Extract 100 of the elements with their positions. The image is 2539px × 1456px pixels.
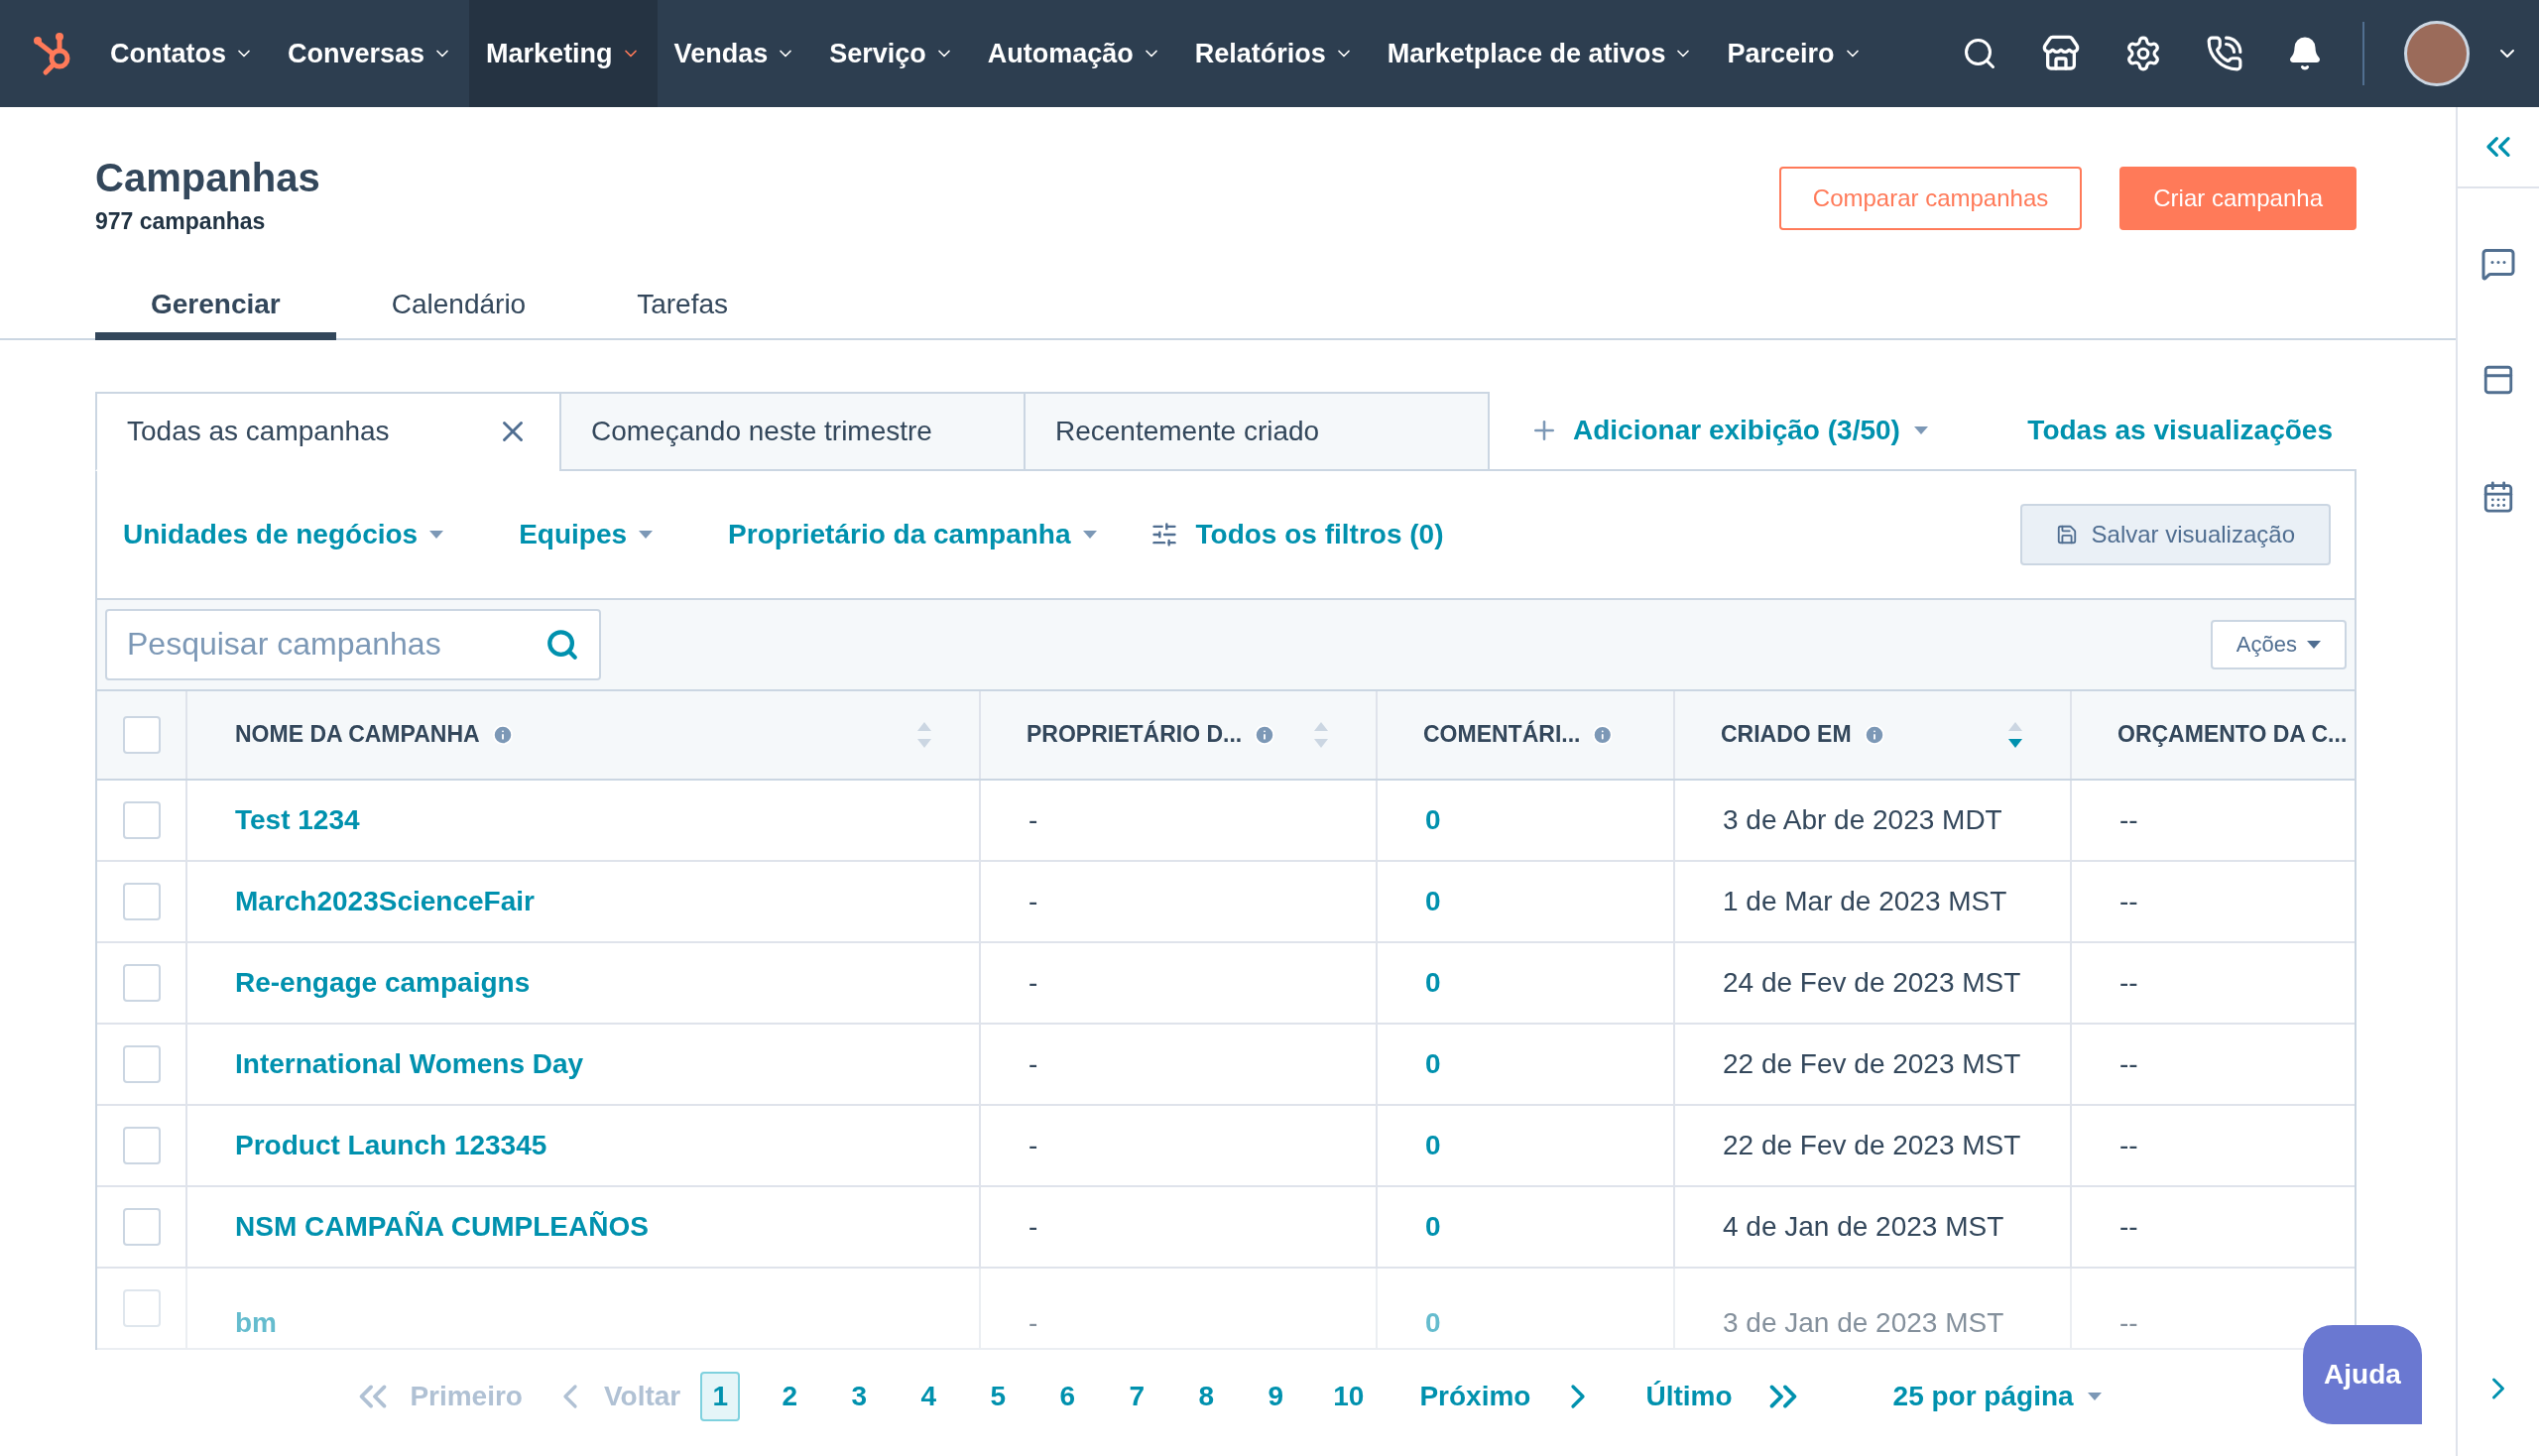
nav-menu-item[interactable]: Serviço [812, 0, 971, 107]
row-checkbox[interactable] [122, 1044, 161, 1083]
sliders-icon [1149, 520, 1178, 548]
save-icon [2055, 523, 2078, 546]
help-button[interactable]: Ajuda [2303, 1325, 2422, 1424]
nav-menu-item[interactable]: Vendas [657, 0, 813, 107]
table-cell-text: -- [2119, 1128, 2138, 1162]
caret-icon [639, 530, 654, 539]
all-filters-button[interactable]: Todos os filtros (0) [1149, 513, 1444, 555]
row-checkbox[interactable] [122, 1126, 161, 1164]
campaign-count: 977 campanhas [95, 207, 267, 236]
filter-dropdown[interactable]: Unidades de negócios [123, 513, 444, 555]
table-cell-text: 22 de Fev de 2023 MST [1723, 1128, 2021, 1162]
row-checkbox[interactable] [122, 1207, 161, 1246]
nav-menu-item[interactable]: Parceiro [1710, 0, 1879, 107]
campaign-link[interactable]: International Womens Day [235, 1042, 584, 1085]
view-tab[interactable]: Começando neste trimestre [559, 391, 1026, 471]
nav-menu-item[interactable]: Automação [970, 0, 1178, 107]
all-views-link[interactable]: Todas as visualizações [2027, 409, 2333, 451]
window-icon[interactable] [2481, 363, 2515, 397]
table-cell-text: - [1028, 965, 1038, 1000]
caret-icon [1913, 425, 1928, 434]
bell-icon[interactable] [2287, 36, 2323, 71]
row-checkbox[interactable] [122, 882, 161, 920]
select-all-checkbox[interactable] [122, 715, 161, 754]
table-cell-text: -- [2119, 1305, 2138, 1340]
tab[interactable]: Tarefas [581, 276, 784, 340]
comment-count-link[interactable]: 0 [1425, 798, 1441, 841]
table-cell-text: - [1028, 1046, 1038, 1081]
campaign-link[interactable]: NSM CAMPAÑA CUMPLEAÑOS [235, 1205, 649, 1248]
table-cell-text: - [1028, 1305, 1038, 1340]
compare-campaigns-button[interactable]: Comparar campanhas [1778, 167, 2083, 230]
save-view-button[interactable]: Salvar visualização [2019, 503, 2331, 565]
row-checkbox[interactable] [122, 800, 161, 839]
column-header[interactable]: ORÇAMENTO DA C... [2117, 717, 2348, 752]
campaign-link[interactable]: March2023ScienceFair [235, 880, 535, 922]
page-number-button[interactable]: 8 [1186, 1371, 1227, 1421]
filter-dropdown[interactable]: Equipes [519, 513, 654, 555]
nav-menu-item[interactable]: Conversas [271, 0, 470, 107]
view-tab[interactable]: Todas as campanhas [95, 391, 561, 471]
page-title: Campanhas [95, 155, 320, 201]
column-header[interactable]: COMENTÁRI... [1423, 717, 1581, 752]
column-header[interactable]: PROPRIETÁRIO D... [1027, 717, 1243, 752]
per-page-dropdown[interactable]: 25 por página [1892, 1375, 2102, 1417]
create-campaign-button[interactable]: Criar campanha [2119, 167, 2357, 230]
comment-count-link[interactable]: 0 [1425, 961, 1441, 1004]
caret-icon [1082, 530, 1097, 539]
page-number-button[interactable]: 10 [1325, 1371, 1373, 1421]
page-number-button[interactable]: 1 [700, 1371, 741, 1421]
table-cell-text: -- [2119, 965, 2138, 1000]
page-number-button[interactable]: 2 [770, 1371, 810, 1421]
table-cell-text: - [1028, 1209, 1038, 1244]
search-icon[interactable] [1962, 36, 1997, 71]
comment-count-link[interactable]: 0 [1425, 880, 1441, 922]
row-checkbox[interactable] [122, 963, 161, 1002]
table-cell-text: - [1028, 1128, 1038, 1162]
campaign-link[interactable]: Re-engage campaigns [235, 961, 531, 1004]
row-checkbox[interactable] [122, 1288, 161, 1327]
column-header[interactable]: CRIADO EM [1721, 717, 1852, 752]
table-cell-text: 3 de Jan de 2023 MST [1723, 1305, 2004, 1340]
last-page-button[interactable]: Último [1645, 1373, 1806, 1419]
tab[interactable]: Calendário [335, 276, 582, 340]
campaign-link[interactable]: bm [235, 1301, 277, 1344]
table-cell-text: 4 de Jan de 2023 MST [1723, 1209, 2004, 1244]
page-number-button[interactable]: 9 [1256, 1371, 1296, 1421]
next-page-button[interactable]: Próximo [1419, 1375, 1599, 1417]
store-icon[interactable] [2041, 34, 2081, 73]
view-tab[interactable]: Recentemente criado [1024, 391, 1490, 471]
page-number-button[interactable]: 4 [908, 1371, 949, 1421]
campaign-link[interactable]: Test 1234 [235, 798, 360, 841]
nav-menu-item[interactable]: Relatórios [1177, 0, 1371, 107]
sort-descending-icon[interactable] [2008, 721, 2022, 748]
nav-menu-item[interactable]: Marketplace de ativos [1370, 0, 1711, 107]
calendar-icon[interactable] [2481, 480, 2515, 514]
page-number-button[interactable]: 3 [839, 1371, 880, 1421]
caret-icon [2307, 640, 2321, 649]
settings-icon[interactable] [2124, 35, 2162, 72]
campaign-link[interactable]: Product Launch 123345 [235, 1124, 547, 1166]
table-cell-text: -- [2119, 802, 2138, 837]
search-field[interactable]: Pesquisar campanhas [105, 608, 601, 680]
table-cell-text: 1 de Mar de 2023 MST [1723, 884, 2007, 918]
nav-menu-item[interactable]: Contatos [93, 0, 271, 107]
comment-count-link[interactable]: 0 [1425, 1301, 1441, 1344]
comment-count-link[interactable]: 0 [1425, 1205, 1441, 1248]
page-number-button[interactable]: 6 [1047, 1371, 1088, 1421]
page-number-button[interactable]: 7 [1117, 1371, 1157, 1421]
phone-icon[interactable] [2206, 35, 2243, 72]
actions-dropdown[interactable]: Ações [2210, 619, 2347, 669]
comment-count-link[interactable]: 0 [1425, 1124, 1441, 1166]
nav-menu-item[interactable]: Marketing [469, 0, 658, 107]
filter-dropdown[interactable]: Proprietário da campanha [728, 513, 1097, 555]
tab[interactable]: Gerenciar [95, 276, 336, 340]
table-cell-text: 22 de Fev de 2023 MST [1723, 1046, 2021, 1081]
search-icon [545, 627, 579, 662]
add-view-button[interactable]: Adicionar exibição (3/50) [1529, 409, 1928, 451]
chat-icon[interactable] [2480, 246, 2516, 282]
comment-count-link[interactable]: 0 [1425, 1042, 1441, 1085]
table-cell-text: -- [2119, 884, 2138, 918]
page-number-button[interactable]: 5 [978, 1371, 1019, 1421]
column-header[interactable]: NOME DA CAMPANHA [235, 717, 480, 752]
